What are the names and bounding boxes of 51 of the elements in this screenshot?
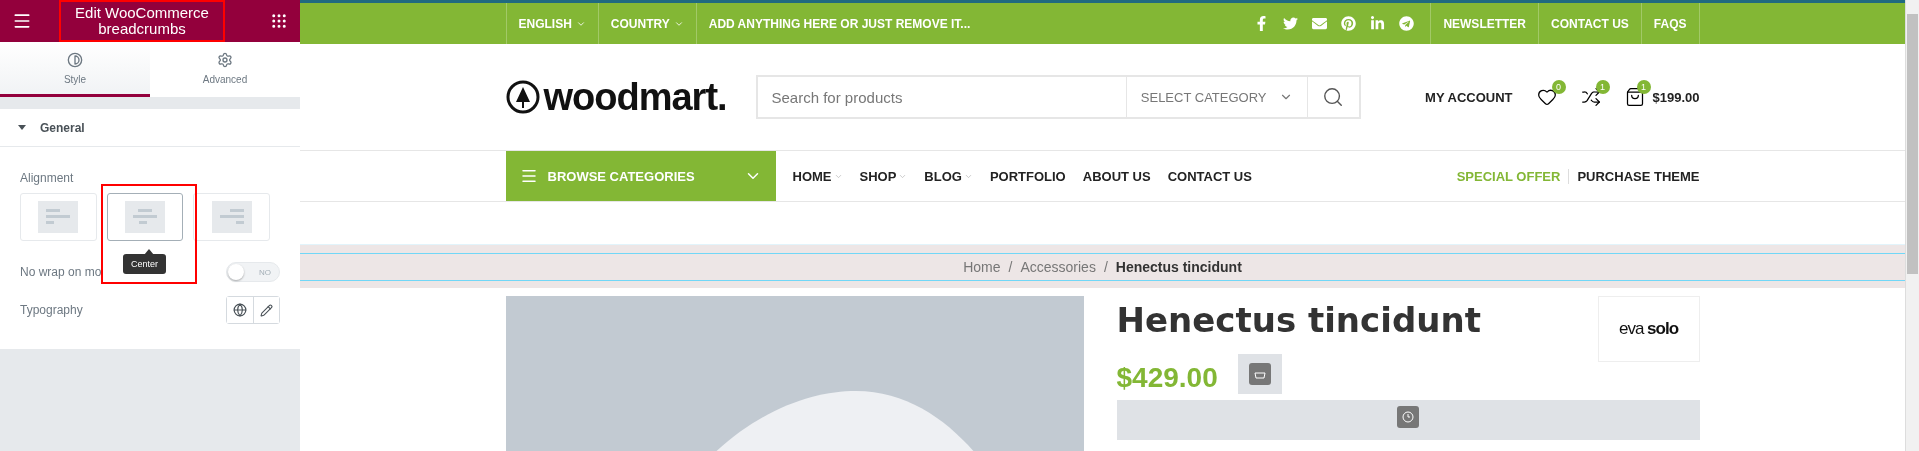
- heart-icon[interactable]: [1536, 87, 1557, 107]
- pencil-icon[interactable]: [253, 297, 279, 323]
- envelope-icon[interactable]: [1312, 16, 1328, 31]
- product-title: Henectus tincidunt: [1116, 300, 1481, 342]
- panel-title: Edit WooCommerce breadcrumbs: [74, 5, 210, 37]
- nav-link[interactable]: PORTFOLIO: [989, 168, 1066, 184]
- pinterest-icon[interactable]: [1341, 16, 1357, 31]
- product-price: $429.00: [1116, 362, 1218, 394]
- tree-icon: [505, 80, 540, 114]
- control-label: Alignment: [20, 171, 75, 185]
- count-badge: 1: [1636, 80, 1651, 94]
- search-icon: [1322, 86, 1344, 108]
- linkedin-icon[interactable]: [1370, 16, 1386, 31]
- control-label: No wrap on mo: [20, 265, 102, 279]
- control-label: Typography: [20, 303, 83, 317]
- breadcrumb-link[interactable]: Accessories: [1020, 258, 1096, 275]
- align-icon: [125, 201, 165, 233]
- cart-icon: [1248, 363, 1271, 385]
- grid-icon[interactable]: [270, 12, 288, 30]
- logo-text[interactable]: woodmart.: [543, 75, 727, 119]
- brand-logo[interactable]: eva solo: [1597, 296, 1700, 362]
- separator: /: [1103, 258, 1108, 275]
- twitter-icon[interactable]: [1283, 16, 1299, 31]
- nav-link[interactable]: ABOUT US: [1082, 168, 1151, 184]
- nav-link[interactable]: HOME: [792, 168, 843, 184]
- contrast-icon: [67, 51, 83, 68]
- scrollbar[interactable]: [1905, 0, 1919, 451]
- align-icon: [211, 201, 252, 233]
- cart-total[interactable]: $199.00: [1652, 89, 1700, 105]
- nav-link[interactable]: BLOG: [924, 168, 973, 184]
- nav-link[interactable]: SHOP: [859, 168, 908, 184]
- count-badge: 0: [1551, 80, 1566, 94]
- menu-icon: [519, 167, 538, 185]
- count-badge: 1: [1595, 80, 1610, 94]
- breadcrumb-link[interactable]: Home: [963, 258, 1001, 275]
- clock-icon: [1397, 406, 1419, 428]
- gear-icon: [217, 51, 233, 68]
- shuffle-icon[interactable]: [1580, 87, 1601, 107]
- telegram-icon[interactable]: [1399, 16, 1415, 31]
- align-icon: [38, 201, 79, 233]
- menu-icon[interactable]: [12, 11, 32, 31]
- purchase-link[interactable]: PURCHASE THEME: [1569, 168, 1700, 184]
- nav-link[interactable]: CONTACT US: [1167, 168, 1252, 184]
- compare-button[interactable]: [1237, 354, 1282, 394]
- alignment-option[interactable]: [106, 193, 184, 241]
- search-field[interactable]: Search for products SELECT CATEGORY: [755, 75, 1361, 119]
- separator: /: [1008, 258, 1013, 275]
- current-page-label[interactable]: Henectus tincidunt: [1115, 258, 1242, 275]
- promo-text: ADD ANYTHING HERE OR JUST REMOVE IT...: [695, 3, 983, 44]
- section-title: General: [40, 120, 85, 135]
- account-link[interactable]: MY ACCOUNT: [1425, 89, 1513, 105]
